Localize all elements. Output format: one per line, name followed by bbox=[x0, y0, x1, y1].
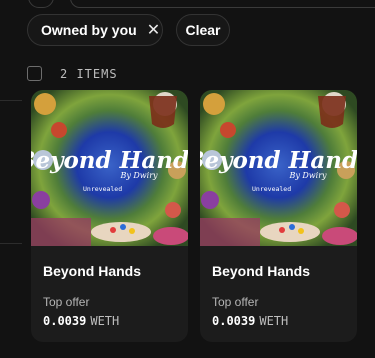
nft-card[interactable]: Beyond Hands By Dwiry Unrevealed Beyond … bbox=[31, 90, 188, 342]
top-offer-label: Top offer bbox=[212, 295, 259, 309]
nft-title[interactable]: Beyond Hands bbox=[212, 263, 310, 279]
top-offer-label: Top offer bbox=[43, 295, 90, 309]
search-input[interactable] bbox=[70, 0, 375, 8]
offer-price: 0.0039 bbox=[212, 314, 256, 328]
top-offer-value: 0.0039 WETH bbox=[43, 314, 119, 328]
nft-artwork: Beyond Hands By Dwiry Unrevealed bbox=[31, 90, 188, 246]
select-all-checkbox[interactable] bbox=[27, 66, 42, 81]
offer-currency: WETH bbox=[90, 314, 120, 328]
artwork-subtitle: Unrevealed bbox=[83, 185, 122, 193]
offer-currency: WETH bbox=[259, 314, 289, 328]
top-bar-fragment bbox=[0, 0, 375, 8]
clear-filters-button[interactable]: Clear bbox=[176, 14, 230, 46]
top-offer-value: 0.0039 WETH bbox=[212, 314, 288, 328]
artwork-subtitle: Unrevealed bbox=[252, 185, 291, 193]
owned-by-you-filter-chip[interactable]: Owned by you ✕ bbox=[27, 14, 163, 46]
chip-label: Owned by you bbox=[41, 22, 137, 38]
clear-label: Clear bbox=[185, 22, 221, 38]
divider bbox=[0, 243, 22, 244]
artwork-title: Beyond Hands bbox=[31, 147, 188, 174]
nft-artwork: Beyond Hands By Dwiry Unrevealed bbox=[200, 90, 357, 246]
nft-card[interactable]: Beyond Hands By Dwiry Unrevealed Beyond … bbox=[200, 90, 357, 342]
artwork-byline: By Dwiry bbox=[119, 171, 158, 180]
nft-title[interactable]: Beyond Hands bbox=[43, 263, 141, 279]
divider bbox=[0, 100, 22, 101]
filter-toggle-button[interactable] bbox=[28, 0, 54, 8]
artwork-title: Beyond Hands bbox=[200, 147, 357, 174]
close-icon[interactable]: ✕ bbox=[147, 20, 160, 40]
items-count: 2 ITEMS bbox=[60, 67, 118, 81]
artwork-byline: By Dwiry bbox=[288, 171, 327, 180]
offer-price: 0.0039 bbox=[43, 314, 87, 328]
